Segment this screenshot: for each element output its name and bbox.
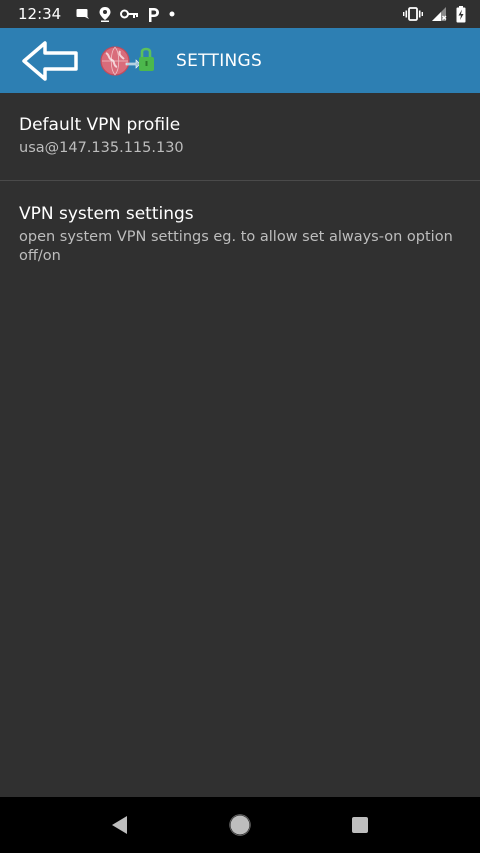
back-triangle-icon: [112, 816, 127, 834]
back-button[interactable]: [16, 37, 84, 85]
page-title: SETTINGS: [176, 50, 263, 71]
battery-charging-icon: [456, 5, 466, 23]
vpn-globe-lock-icon: [100, 45, 154, 76]
setting-default-vpn-profile[interactable]: Default VPN profile usa@147.135.115.130: [0, 93, 480, 180]
back-arrow-icon: [22, 40, 78, 81]
status-bar: 12:34: [0, 0, 480, 28]
home-circle-icon: [229, 814, 251, 836]
nav-recents-button[interactable]: [336, 801, 384, 849]
status-right: [403, 5, 466, 23]
nav-back-button[interactable]: [96, 801, 144, 849]
vpn-key-icon: [120, 9, 139, 19]
parking-p-icon: [147, 7, 160, 22]
status-left: 12:34: [18, 5, 175, 23]
location-pin-icon: [99, 6, 111, 22]
navigation-bar: [0, 797, 480, 853]
status-time: 12:34: [18, 5, 62, 23]
setting-summary: open system VPN settings eg. to allow se…: [19, 229, 453, 264]
recents-square-icon: [352, 817, 368, 833]
nav-home-button[interactable]: [216, 801, 264, 849]
setting-title: VPN system settings: [19, 204, 194, 224]
signal-icon: [432, 7, 447, 21]
settings-list: Default VPN profile usa@147.135.115.130 …: [0, 93, 480, 301]
setting-title: Default VPN profile: [19, 115, 181, 135]
vibrate-icon: [403, 7, 423, 21]
notification-message-icon: [76, 8, 90, 20]
setting-summary: usa@147.135.115.130: [19, 140, 184, 156]
app-logo: [98, 41, 162, 81]
setting-vpn-system-settings[interactable]: VPN system settings open system VPN sett…: [0, 181, 480, 301]
app-bar: SETTINGS: [0, 28, 480, 93]
dot-icon: [169, 11, 175, 17]
